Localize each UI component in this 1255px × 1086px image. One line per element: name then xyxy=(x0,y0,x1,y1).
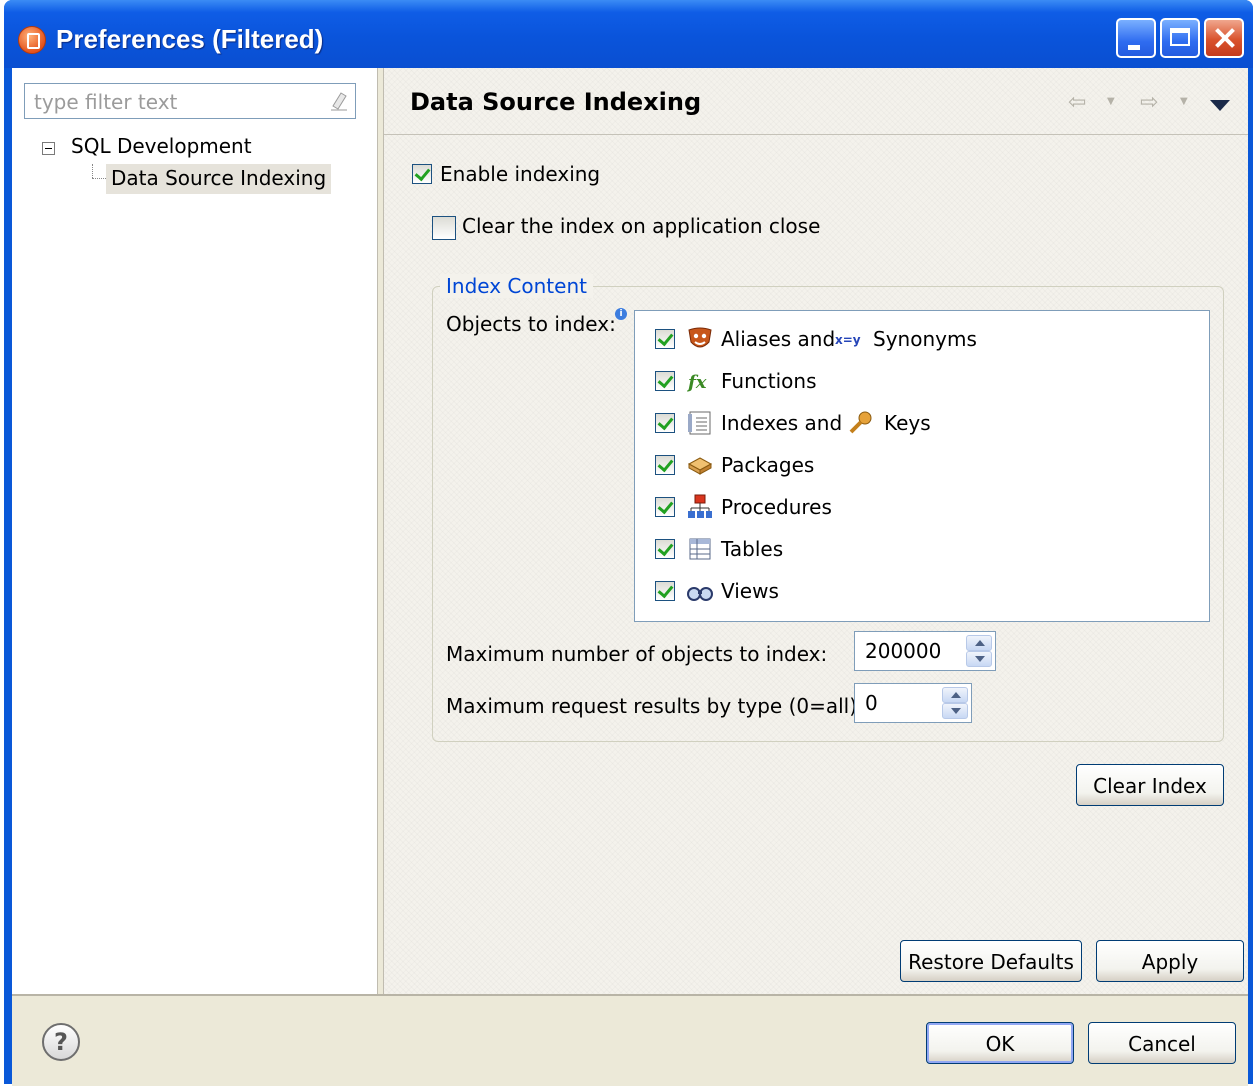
clear-on-close-label[interactable]: Clear the index on application close xyxy=(462,214,820,238)
procedure-icon xyxy=(688,494,712,518)
function-icon: fx xyxy=(687,372,707,393)
enable-indexing-label[interactable]: Enable indexing xyxy=(440,162,600,186)
header-divider xyxy=(384,134,1248,135)
tree-item-data-source-indexing[interactable]: Data Source Indexing xyxy=(106,164,332,194)
packages-label: Packages xyxy=(721,453,815,477)
minimize-button[interactable] xyxy=(1116,18,1156,58)
tables-checkbox[interactable] xyxy=(655,539,675,559)
indexes-label: Indexes and xyxy=(721,411,843,435)
info-icon: i xyxy=(615,308,627,320)
filter-placeholder: type filter text xyxy=(34,90,178,114)
clear-on-close-checkbox[interactable] xyxy=(432,216,456,240)
close-button[interactable] xyxy=(1204,18,1244,58)
max-results-label: Maximum request results by type (0=all): xyxy=(446,694,864,718)
max-results-arrows xyxy=(942,687,968,719)
procedures-checkbox[interactable] xyxy=(655,497,675,517)
clear-filter-icon[interactable] xyxy=(329,90,349,112)
decrement-arrow-icon[interactable] xyxy=(966,651,992,667)
maximize-button[interactable] xyxy=(1160,18,1200,58)
page-title: Data Source Indexing xyxy=(410,88,702,116)
forward-arrow-icon[interactable]: ⇨ xyxy=(1140,92,1166,114)
synonyms-icon: x=y xyxy=(835,333,861,347)
key-icon xyxy=(849,411,872,434)
pane-splitter[interactable] xyxy=(377,68,384,994)
increment-arrow-icon[interactable] xyxy=(966,635,992,651)
preferences-window: Preferences (Filtered) type filter text … xyxy=(4,0,1253,1086)
max-objects-label: Maximum number of objects to index: xyxy=(446,642,828,666)
cancel-button[interactable]: Cancel xyxy=(1088,1022,1236,1064)
functions-label: Functions xyxy=(721,369,817,393)
svg-text:x=y: x=y xyxy=(835,333,861,347)
decrement-arrow-icon[interactable] xyxy=(942,703,968,719)
max-objects-value[interactable]: 200000 xyxy=(865,639,941,663)
aliases-checkbox[interactable] xyxy=(655,329,675,349)
enable-indexing-checkbox[interactable] xyxy=(412,164,432,184)
functions-checkbox[interactable] xyxy=(655,371,675,391)
packages-checkbox[interactable] xyxy=(655,455,675,475)
aliases-label: Aliases and xyxy=(721,327,836,351)
apply-button[interactable]: Apply xyxy=(1096,940,1244,982)
preferences-tree-pane: type filter text SQL Development Data So… xyxy=(12,68,377,994)
max-objects-spinner[interactable]: 200000 xyxy=(854,631,996,671)
max-objects-arrows xyxy=(966,635,992,667)
preference-page: Data Source Indexing ⇦ ▼ ⇨ ▼ Enable inde… xyxy=(384,68,1248,994)
forward-dropdown-icon[interactable]: ▼ xyxy=(1180,96,1188,107)
filter-input[interactable]: type filter text xyxy=(24,83,356,119)
back-arrow-icon[interactable]: ⇦ xyxy=(1068,92,1094,114)
tree-connector xyxy=(92,164,94,178)
objects-to-index-list: Aliases and x=y Synonyms fx Functions In… xyxy=(634,310,1210,622)
synonyms-label: Synonyms xyxy=(873,327,977,351)
views-label: Views xyxy=(721,579,779,603)
window-title: Preferences (Filtered) xyxy=(56,24,324,54)
views-checkbox[interactable] xyxy=(655,581,675,601)
aliases-icon xyxy=(688,327,712,348)
max-results-value[interactable]: 0 xyxy=(865,691,878,715)
title-bar[interactable]: Preferences (Filtered) xyxy=(4,0,1253,68)
max-results-spinner[interactable]: 0 xyxy=(854,683,972,723)
tree-collapse-icon[interactable] xyxy=(42,142,55,155)
ok-button[interactable]: OK xyxy=(926,1022,1074,1064)
view-menu-icon[interactable] xyxy=(1210,100,1230,111)
tree-connector xyxy=(92,178,106,180)
keys-label: Keys xyxy=(884,411,931,435)
indexes-checkbox[interactable] xyxy=(655,413,675,433)
app-icon xyxy=(18,26,46,54)
binoculars-icon xyxy=(687,587,713,601)
index-content-title: Index Content xyxy=(440,274,593,298)
dialog-client-area: type filter text SQL Development Data So… xyxy=(12,68,1248,1086)
clear-index-button[interactable]: Clear Index xyxy=(1076,764,1224,806)
tree-item-sql-development[interactable]: SQL Development xyxy=(71,134,252,158)
svg-text:fx: fx xyxy=(687,372,707,393)
table-icon xyxy=(689,538,711,560)
procedures-label: Procedures xyxy=(721,495,832,519)
back-dropdown-icon[interactable]: ▼ xyxy=(1107,96,1115,107)
package-icon xyxy=(687,457,713,475)
objects-to-index-label: Objects to index: xyxy=(446,312,616,336)
index-icon xyxy=(688,411,711,435)
restore-defaults-button[interactable]: Restore Defaults xyxy=(900,940,1082,982)
help-icon[interactable]: ? xyxy=(42,1023,80,1061)
increment-arrow-icon[interactable] xyxy=(942,687,968,703)
tables-label: Tables xyxy=(721,537,784,561)
